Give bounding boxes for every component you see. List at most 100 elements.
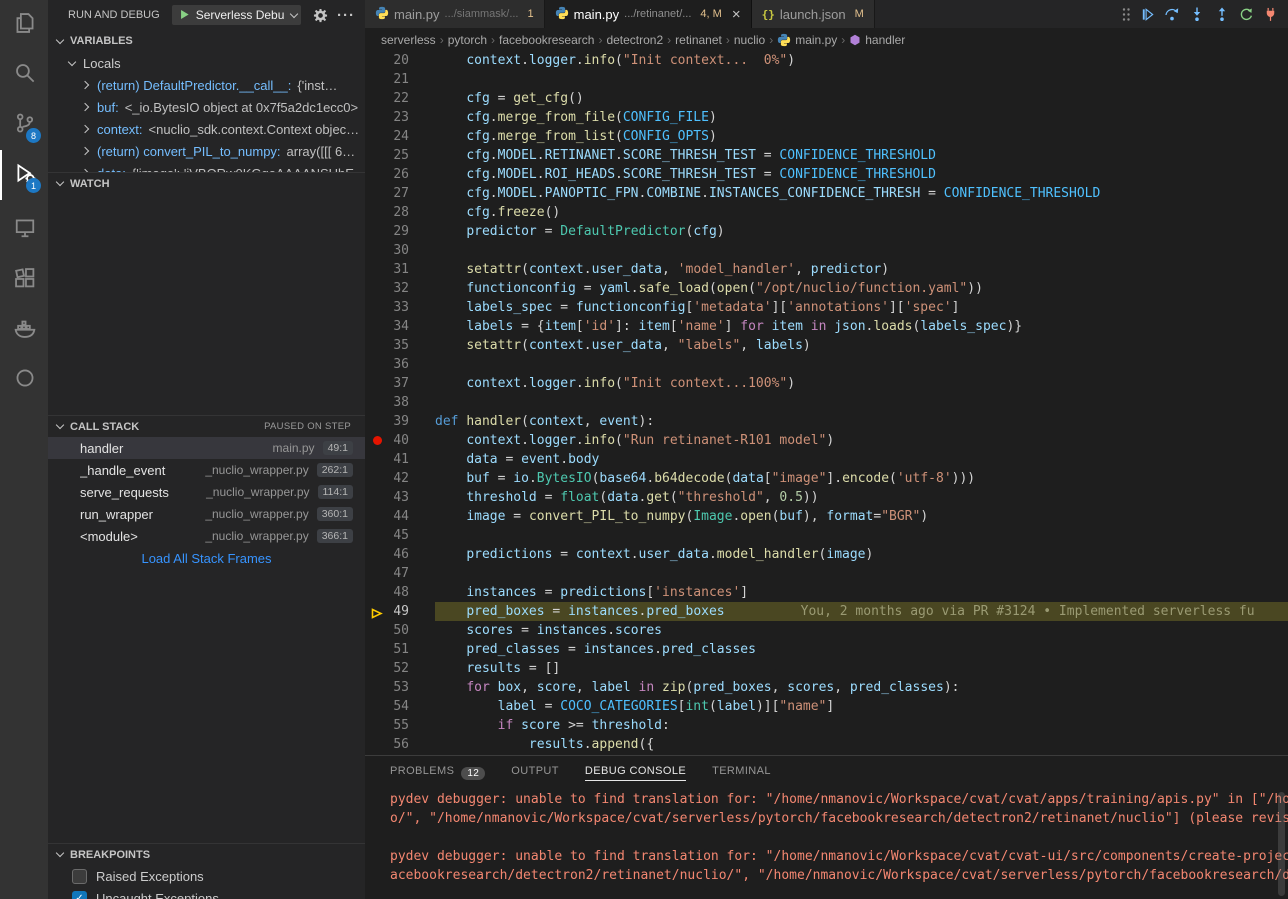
breadcrumb-item-detectron2[interactable]: detectron2 — [606, 33, 663, 47]
code-line-content[interactable]: for box, score, label in zip(pred_boxes,… — [435, 678, 1288, 697]
gutter[interactable]: 55 — [365, 716, 435, 735]
code-line-content[interactable]: scores = instances.scores — [435, 621, 1288, 640]
gutter[interactable]: 33 — [365, 298, 435, 317]
drag-grip-icon[interactable] — [1121, 6, 1131, 23]
code-line-content[interactable]: cfg.MODEL.RETINANET.SCORE_THRESH_TEST = … — [435, 146, 1288, 165]
panel-tab-debug-console[interactable]: DEBUG CONSOLE — [585, 765, 686, 781]
gutter[interactable]: 27 — [365, 184, 435, 203]
code-line-content[interactable]: cfg.freeze() — [435, 203, 1288, 222]
gutter[interactable]: 51 — [365, 640, 435, 659]
breadcrumb-item-main-py[interactable]: main.py — [777, 33, 837, 47]
breakpoint-item[interactable]: ✓Uncaught Exceptions — [48, 887, 365, 899]
breadcrumb-item-serverless[interactable]: serverless — [381, 33, 436, 47]
code-line-content[interactable]: pred_boxes = instances.pred_boxesYou, 2 … — [435, 602, 1288, 621]
code-line-content[interactable]: context.logger.info("Init context...100%… — [435, 374, 1288, 393]
code-line-content[interactable]: cfg.merge_from_list(CONFIG_OPTS) — [435, 127, 1288, 146]
gutter[interactable]: 35 — [365, 336, 435, 355]
close-icon[interactable]: × — [732, 6, 741, 23]
activity-bar-item-docker[interactable] — [0, 305, 48, 355]
panel-tab-terminal[interactable]: TERMINAL — [712, 765, 771, 781]
code-line-content[interactable]: labels = {item['id']: item['name'] for i… — [435, 317, 1288, 336]
call-stack-frame[interactable]: handlermain.py49:1 — [48, 437, 365, 459]
code-line-content[interactable]: threshold = float(data.get("threshold", … — [435, 488, 1288, 507]
gutter[interactable]: 36 — [365, 355, 435, 374]
activity-bar-item-remote-explorer[interactable] — [0, 205, 48, 255]
gutter[interactable]: 52 — [365, 659, 435, 678]
gear-icon[interactable] — [311, 8, 329, 23]
gutter[interactable]: 22 — [365, 89, 435, 108]
code-line-content[interactable]: cfg.MODEL.ROI_HEADS.SCORE_THRESH_TEST = … — [435, 165, 1288, 184]
gutter[interactable]: 25 — [365, 146, 435, 165]
code-line-content[interactable] — [435, 564, 1288, 583]
code-line-content[interactable]: setattr(context.user_data, "labels", lab… — [435, 336, 1288, 355]
gutter[interactable]: 45 — [365, 526, 435, 545]
code-line-content[interactable]: labels_spec = functionconfig['metadata']… — [435, 298, 1288, 317]
gutter[interactable]: 54 — [365, 697, 435, 716]
gutter[interactable]: 29 — [365, 222, 435, 241]
debug-console-output[interactable]: pydev debugger: unable to find translati… — [365, 790, 1288, 899]
code-line-content[interactable]: image = convert_PIL_to_numpy(Image.open(… — [435, 507, 1288, 526]
step-over-button[interactable] — [1164, 6, 1180, 22]
gutter[interactable]: 34 — [365, 317, 435, 336]
gutter[interactable]: 46 — [365, 545, 435, 564]
continue-button[interactable] — [1140, 7, 1155, 22]
gutter[interactable]: 23 — [365, 108, 435, 127]
panel-tab-problems[interactable]: PROBLEMS12 — [390, 765, 485, 781]
variable-row[interactable]: context:<nuclio_sdk.context.Context obje… — [48, 118, 365, 140]
code-line-content[interactable]: context.logger.info("Init context... 0%"… — [435, 51, 1288, 70]
gutter[interactable]: 37 — [365, 374, 435, 393]
gutter[interactable]: 42 — [365, 469, 435, 488]
checkbox-unchecked[interactable] — [72, 869, 87, 884]
step-into-button[interactable] — [1189, 6, 1205, 22]
disconnect-button[interactable] — [1263, 7, 1278, 22]
step-out-button[interactable] — [1214, 6, 1230, 22]
editor-tab[interactable]: main.py.../siammask/...1 — [365, 0, 545, 28]
panel-scrollbar[interactable] — [1278, 792, 1285, 896]
variables-section-header[interactable]: VARIABLES — [48, 30, 365, 52]
breadcrumb-item-pytorch[interactable]: pytorch — [448, 33, 487, 47]
gutter[interactable]: 26 — [365, 165, 435, 184]
code-line-content[interactable]: instances = predictions['instances'] — [435, 583, 1288, 602]
gutter[interactable]: 40 — [365, 431, 435, 450]
gutter[interactable]: 56 — [365, 735, 435, 754]
watch-section-header[interactable]: WATCH — [48, 172, 365, 194]
code-line-content[interactable]: cfg.MODEL.PANOPTIC_FPN.COMBINE.INSTANCES… — [435, 184, 1288, 203]
code-line-content[interactable]: if score >= threshold: — [435, 716, 1288, 735]
code-line-content[interactable]: setattr(context.user_data, 'model_handle… — [435, 260, 1288, 279]
code-editor[interactable]: 20 context.logger.info("Init context... … — [365, 51, 1288, 755]
gutter[interactable]: 49 — [365, 602, 435, 621]
breadcrumb-item-retinanet[interactable]: retinanet — [675, 33, 722, 47]
variable-row[interactable]: (return) DefaultPredictor.__call__:{'ins… — [48, 74, 365, 96]
breadcrumb-item-handler[interactable]: handler — [849, 33, 905, 47]
gutter[interactable]: 31 — [365, 260, 435, 279]
gutter[interactable]: 39 — [365, 412, 435, 431]
code-line-content[interactable] — [435, 393, 1288, 412]
gutter[interactable]: 47 — [365, 564, 435, 583]
call-stack-frame[interactable]: run_wrapper_nuclio_wrapper.py360:1 — [48, 503, 365, 525]
breadcrumb-item-nuclio[interactable]: nuclio — [734, 33, 765, 47]
start-debugging-icon[interactable] — [179, 8, 190, 23]
code-line-content[interactable] — [435, 355, 1288, 374]
gutter[interactable]: 21 — [365, 70, 435, 89]
gutter[interactable]: 53 — [365, 678, 435, 697]
gutter[interactable]: 43 — [365, 488, 435, 507]
gutter[interactable]: 32 — [365, 279, 435, 298]
code-line-content[interactable]: predictions = context.user_data.model_ha… — [435, 545, 1288, 564]
code-line-content[interactable] — [435, 70, 1288, 89]
gutter[interactable]: 20 — [365, 51, 435, 70]
gutter[interactable]: 50 — [365, 621, 435, 640]
activity-bar-item-run-and-debug[interactable]: 1 — [0, 150, 48, 200]
gutter[interactable]: 24 — [365, 127, 435, 146]
gutter[interactable]: 38 — [365, 393, 435, 412]
code-line-content[interactable]: results = [] — [435, 659, 1288, 678]
checkbox-checked[interactable]: ✓ — [72, 891, 87, 899]
editor-tab[interactable]: main.py.../retinanet/...4, M× — [545, 0, 752, 28]
debug-config-picker[interactable]: Serverless Debu — [172, 5, 301, 25]
variable-row[interactable]: (return) convert_PIL_to_numpy:array([[[ … — [48, 140, 365, 162]
code-line-content[interactable]: pred_classes = instances.pred_classes — [435, 640, 1288, 659]
code-line-content[interactable]: def handler(context, event): — [435, 412, 1288, 431]
gutter[interactable]: 44 — [365, 507, 435, 526]
load-all-stack-frames-link[interactable]: Load All Stack Frames — [48, 547, 365, 571]
gutter[interactable]: 48 — [365, 583, 435, 602]
code-line-content[interactable]: cfg.merge_from_file(CONFIG_FILE) — [435, 108, 1288, 127]
